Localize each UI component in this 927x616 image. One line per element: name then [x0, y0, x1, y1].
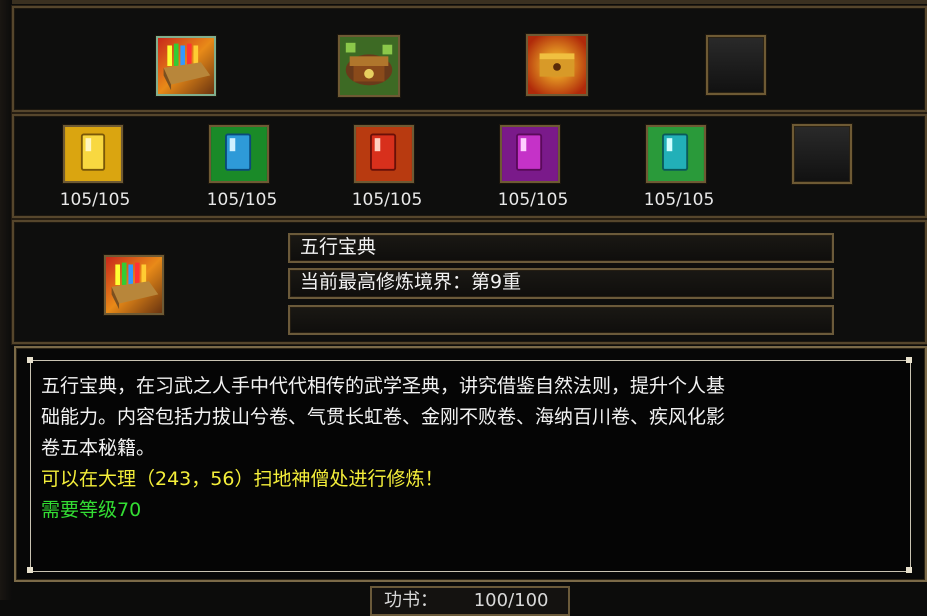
description-line: 五行宝典，在习武之人手中代代相传的武学圣典，讲究借鉴自然法则，提升个人基 [41, 375, 726, 397]
left-edge [0, 0, 12, 600]
teal-book-icon [648, 127, 704, 181]
wuxing-book-icon [106, 257, 162, 313]
description-box: 五行宝典，在习武之人手中代代相传的武学圣典，讲究借鉴自然法则，提升个人基 础能力… [30, 360, 911, 572]
volume-count: 105/105 [351, 190, 423, 210]
volumes-panel [12, 114, 927, 218]
gold-chest-icon [528, 36, 586, 94]
red-book-icon [356, 127, 412, 181]
description-text: 五行宝典，在习武之人手中代代相传的武学圣典，讲究借鉴自然法则，提升个人基 础能力… [31, 361, 910, 526]
wuxing-book-icon [158, 38, 214, 94]
wuxing-book-slot[interactable] [156, 36, 216, 96]
skill-progress-bar: 功书： 100/100 [370, 586, 570, 616]
selected-skill-slot[interactable] [104, 255, 164, 315]
description-line: 卷五本秘籍。 [41, 437, 156, 459]
volume-count: 105/105 [497, 190, 569, 210]
volume-count: 105/105 [206, 190, 278, 210]
progress-value: 100/100 [473, 590, 549, 611]
volume-count: 105/105 [59, 190, 131, 210]
training-location: 可以在大理（243，56）扫地神僧处进行修炼！ [41, 468, 444, 490]
purple-book-icon [502, 127, 558, 181]
skill-realm-field: 当前最高修炼境界：第9重 [288, 268, 834, 299]
blue-book-icon [211, 127, 267, 181]
empty-slot-top[interactable] [706, 35, 766, 95]
treasure-row-panel [12, 6, 927, 112]
corner-ornament [27, 357, 33, 363]
gold-chest-slot[interactable] [526, 34, 588, 96]
green-chest-icon [340, 37, 398, 95]
progress-label: 功书： [384, 590, 438, 611]
empty-volume-slot[interactable] [792, 124, 852, 184]
corner-ornament [27, 567, 33, 573]
top-edge [0, 0, 927, 4]
volume-slot[interactable] [209, 125, 269, 183]
level-requirement: 需要等级70 [41, 499, 142, 521]
volume-count: 105/105 [643, 190, 715, 210]
description-line: 础能力。内容包括力拔山兮卷、气贯长虹卷、金刚不败卷、海纳百川卷、疾风化影 [41, 406, 726, 428]
volume-slot[interactable] [500, 125, 560, 183]
volume-slot[interactable] [646, 125, 706, 183]
volume-slot[interactable] [354, 125, 414, 183]
yellow-book-icon [65, 127, 121, 181]
skill-extra-field [288, 305, 834, 335]
skill-name-field: 五行宝典 [288, 233, 834, 263]
corner-ornament [906, 357, 912, 363]
corner-ornament [906, 567, 912, 573]
volume-slot[interactable] [63, 125, 123, 183]
green-chest-slot[interactable] [338, 35, 400, 97]
